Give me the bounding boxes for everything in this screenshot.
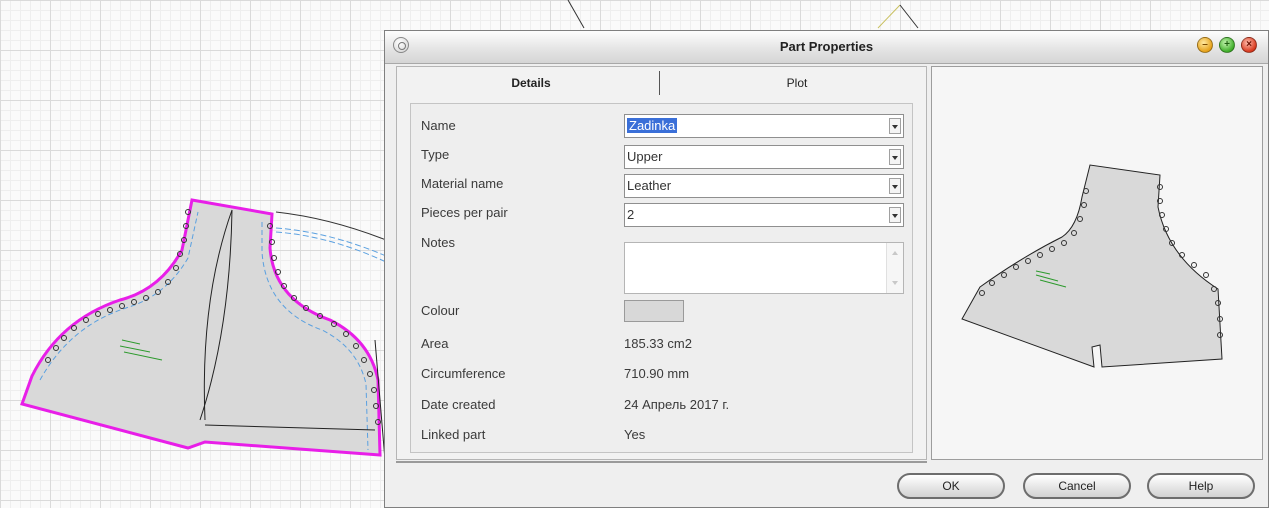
chevron-down-icon[interactable] [889, 118, 901, 134]
tab-details[interactable]: Details [397, 67, 665, 99]
tab-plot[interactable]: Plot [667, 67, 927, 99]
close-button[interactable]: × [1241, 37, 1257, 53]
area-label: Area [421, 336, 449, 351]
tab-bar: Details Plot [397, 67, 926, 99]
adjacent-part-edge [275, 211, 387, 241]
date-created-label: Date created [421, 397, 496, 412]
help-button[interactable]: Help [1147, 473, 1255, 499]
type-combo[interactable]: Upper [624, 145, 904, 169]
scroll-up-icon[interactable] [892, 251, 898, 255]
circumference-label: Circumference [421, 366, 506, 381]
type-label: Type [421, 147, 450, 162]
notes-scrollbar[interactable] [886, 243, 903, 293]
notes-label: Notes [421, 235, 455, 250]
part-preview-panel [931, 66, 1263, 460]
name-label: Name [421, 118, 456, 133]
cancel-button[interactable]: Cancel [1023, 473, 1131, 499]
minimize-button[interactable]: – [1197, 37, 1213, 53]
part-preview-canvas [961, 164, 1223, 368]
cad-line [567, 0, 585, 29]
linked-part-value: Yes [624, 427, 646, 442]
chevron-down-icon[interactable] [889, 149, 901, 165]
colour-label: Colour [421, 303, 460, 318]
dialog-titlebar[interactable]: Part Properties – + × [385, 31, 1268, 64]
notes-textarea[interactable] [624, 242, 904, 294]
pieces-combo[interactable]: 2 [624, 203, 904, 227]
dialog-title: Part Properties [779, 39, 874, 54]
panel-divider [396, 461, 927, 463]
adjacent-part-edge [275, 231, 387, 263]
material-value[interactable]: Leather [627, 178, 671, 193]
cad-line [877, 4, 901, 29]
circumference-value: 710.90 mm [624, 366, 690, 381]
date-created-value: 24 Апрель 2017 г. [624, 397, 730, 412]
linked-part-label: Linked part [421, 427, 486, 442]
tab-separator [659, 71, 660, 95]
area-value: 185.33 cm2 [624, 336, 692, 351]
details-panel: Details Plot Name Zadinka Type Upper Mat… [396, 66, 927, 460]
details-form: Name Zadinka Type Upper Material name Le… [410, 103, 913, 453]
cad-line [899, 4, 919, 29]
chevron-down-icon[interactable] [889, 178, 901, 194]
scroll-down-icon[interactable] [892, 281, 898, 285]
part-properties-dialog: Part Properties – + × Details Plot Name … [384, 30, 1269, 508]
preview-part-shape [961, 164, 1223, 368]
name-combo[interactable]: Zadinka [624, 114, 904, 138]
type-value[interactable]: Upper [627, 149, 662, 164]
maximize-button[interactable]: + [1219, 37, 1235, 53]
name-value[interactable]: Zadinka [627, 118, 678, 133]
colour-swatch[interactable] [624, 300, 684, 322]
chevron-down-icon[interactable] [889, 207, 901, 223]
ok-button[interactable]: OK [897, 473, 1005, 499]
pieces-label: Pieces per pair [421, 205, 508, 220]
material-combo[interactable]: Leather [624, 174, 904, 198]
material-label: Material name [421, 176, 504, 191]
pieces-value[interactable]: 2 [627, 207, 634, 222]
